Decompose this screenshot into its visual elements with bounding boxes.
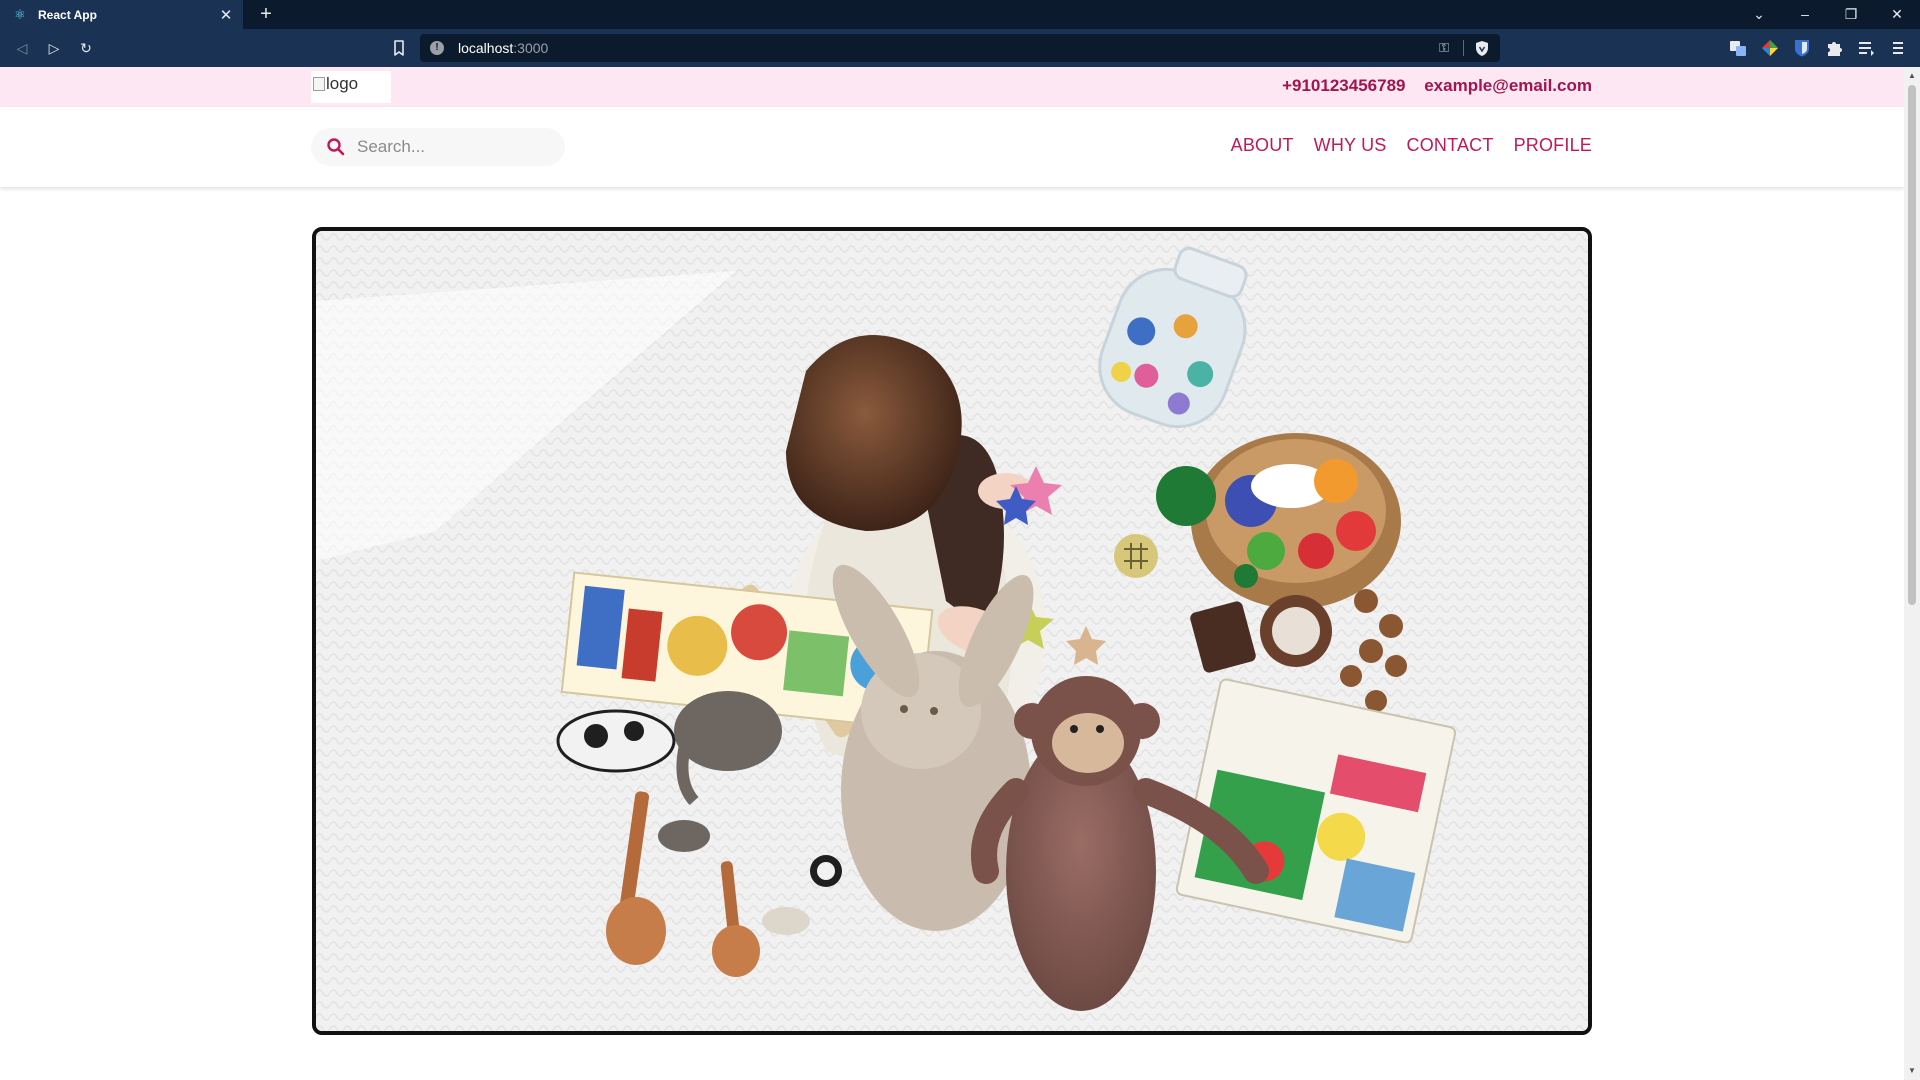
- puzzle-icon[interactable]: [1824, 38, 1844, 58]
- browser-toolbar: ◁ ▷ ↻ ! localhost:3000 ⚿: [0, 29, 1920, 67]
- nav-link-why-us[interactable]: WHY US: [1314, 135, 1387, 156]
- chevron-down-icon[interactable]: ⌄: [1736, 0, 1782, 29]
- tab-title: React App: [38, 7, 97, 22]
- nav-link-profile[interactable]: PROFILE: [1514, 135, 1592, 156]
- bookmark-icon[interactable]: [388, 37, 410, 59]
- page-viewport: logo +910123456789 example@email.com ABO…: [0, 67, 1904, 1080]
- shield-icon[interactable]: [1474, 40, 1490, 57]
- scrollbar[interactable]: ▲ ▼: [1904, 67, 1920, 1080]
- nav-link-about[interactable]: ABOUT: [1231, 135, 1294, 156]
- info-icon[interactable]: !: [430, 41, 444, 55]
- email-address[interactable]: example@email.com: [1424, 76, 1592, 95]
- nav-link-contact[interactable]: CONTACT: [1407, 135, 1494, 156]
- browser-tab-strip: ⚛ React App ✕ + ⌄ – ❐ ✕: [0, 0, 1920, 29]
- color-extension-icon[interactable]: [1760, 38, 1780, 58]
- hero-image: [312, 227, 1592, 1035]
- window-close-icon[interactable]: ✕: [1874, 0, 1920, 29]
- search-box[interactable]: [311, 128, 565, 166]
- browser-tab[interactable]: ⚛ React App ✕: [0, 0, 243, 29]
- search-icon[interactable]: [325, 136, 347, 158]
- search-input[interactable]: [357, 137, 547, 157]
- plus-icon[interactable]: +: [255, 3, 277, 25]
- logo-alt-text: logo: [326, 74, 359, 93]
- restore-icon[interactable]: ❐: [1828, 0, 1874, 29]
- react-icon: ⚛: [14, 6, 26, 22]
- translate-icon[interactable]: [1728, 38, 1748, 58]
- media-queue-icon[interactable]: [1856, 38, 1876, 58]
- hero-photo: [316, 231, 1588, 1031]
- main-navbar: ABOUT WHY US CONTACT PROFILE: [0, 107, 1904, 187]
- bitwarden-icon[interactable]: [1792, 38, 1812, 58]
- reload-icon[interactable]: ↻: [75, 37, 97, 59]
- close-icon[interactable]: ✕: [217, 6, 235, 24]
- scroll-thumb[interactable]: [1908, 85, 1916, 605]
- contact-info: +910123456789 example@email.com: [1268, 76, 1592, 96]
- nav-menu: ABOUT WHY US CONTACT PROFILE: [1231, 135, 1592, 156]
- contact-topbar: logo +910123456789 example@email.com: [0, 67, 1904, 107]
- scroll-up-icon[interactable]: ▲: [1904, 69, 1920, 83]
- back-icon[interactable]: ◁: [11, 37, 33, 59]
- address-bar[interactable]: ! localhost:3000 ⚿: [420, 34, 1500, 62]
- scroll-down-icon[interactable]: ▼: [1904, 1064, 1920, 1078]
- broken-image-icon: [313, 77, 325, 91]
- url-text[interactable]: localhost:3000: [458, 40, 1439, 56]
- divider: [1463, 40, 1464, 56]
- forward-icon[interactable]: ▷: [43, 37, 65, 59]
- logo[interactable]: logo: [311, 71, 391, 103]
- phone-number[interactable]: +910123456789: [1282, 76, 1405, 95]
- minimize-icon[interactable]: –: [1782, 0, 1828, 29]
- key-icon[interactable]: ⚿: [1439, 40, 1449, 56]
- menu-icon[interactable]: [1888, 38, 1908, 58]
